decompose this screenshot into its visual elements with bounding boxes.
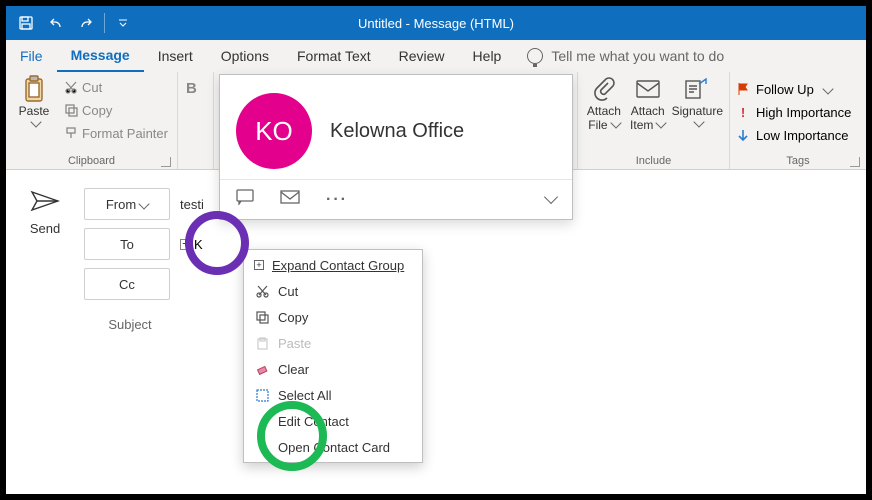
ctx-copy[interactable]: Copy	[244, 304, 422, 330]
save-qat-button[interactable]	[12, 9, 40, 37]
send-button[interactable]	[30, 190, 60, 215]
high-importance-button[interactable]: ! High Importance	[736, 101, 860, 123]
to-field[interactable]: K	[194, 237, 203, 252]
group-label-tags: Tags	[736, 155, 860, 169]
customize-qat-button[interactable]	[109, 9, 137, 37]
envelope-icon	[635, 76, 661, 102]
chat-icon[interactable]	[236, 189, 254, 210]
low-importance-button[interactable]: Low Importance	[736, 124, 860, 146]
send-label: Send	[30, 221, 60, 236]
to-button[interactable]: To	[84, 228, 170, 260]
ctx-open-contact-card[interactable]: Open Contact Card	[244, 434, 422, 460]
lightbulb-icon	[527, 48, 543, 64]
bold-button[interactable]: B	[186, 80, 197, 97]
expand-contact-plus-icon[interactable]: +	[180, 239, 191, 250]
contact-card: KO Kelowna Office ···	[219, 74, 573, 220]
avatar: KO	[236, 93, 312, 169]
copy-button[interactable]: Copy	[64, 99, 168, 121]
tab-review[interactable]: Review	[385, 40, 459, 72]
paperclip-icon	[591, 76, 617, 102]
context-menu: + Expand Contact Group Cut Copy Paste Cl…	[243, 249, 423, 463]
flag-icon	[736, 82, 750, 96]
follow-up-button[interactable]: Follow Up	[736, 78, 860, 100]
format-painter-button[interactable]: Format Painter	[64, 122, 168, 144]
ribbon-tabs: File Message Insert Options Format Text …	[6, 40, 866, 72]
group-label-include: Include	[584, 155, 723, 169]
contact-name: Kelowna Office	[330, 120, 464, 143]
copy-icon	[254, 311, 270, 324]
mail-icon[interactable]	[280, 190, 300, 209]
attach-item-button[interactable]: Attach Item	[628, 76, 668, 132]
from-value: testi	[180, 197, 204, 212]
redo-qat-button[interactable]	[72, 9, 100, 37]
cut-button[interactable]: Cut	[64, 76, 168, 98]
chevron-down-icon	[30, 116, 41, 127]
dialog-launcher-icon[interactable]	[161, 157, 171, 167]
ctx-cut[interactable]: Cut	[244, 278, 422, 304]
tell-me-label: Tell me what you want to do	[551, 48, 724, 64]
from-button[interactable]: From	[84, 188, 170, 220]
signature-icon	[684, 76, 710, 102]
paste-button[interactable]: Paste	[12, 76, 56, 144]
ctx-expand-group[interactable]: + Expand Contact Group	[244, 252, 422, 278]
clipboard-icon	[21, 76, 47, 102]
dialog-launcher-icon[interactable]	[850, 157, 860, 167]
cc-button[interactable]: Cc	[84, 268, 170, 300]
paste-icon	[254, 337, 270, 350]
scissors-icon	[254, 285, 270, 298]
group-label-clipboard: Clipboard	[12, 155, 171, 169]
more-icon[interactable]: ···	[326, 191, 348, 209]
exclaim-icon: !	[736, 105, 750, 120]
tab-format-text[interactable]: Format Text	[283, 40, 385, 72]
tab-options[interactable]: Options	[207, 40, 283, 72]
subject-label: Subject	[84, 317, 176, 332]
tell-me-search[interactable]: Tell me what you want to do	[527, 40, 724, 72]
down-arrow-icon	[736, 128, 750, 142]
expand-icon: +	[254, 260, 264, 270]
ctx-edit-contact[interactable]: Edit Contact	[244, 408, 422, 434]
ctx-paste: Paste	[244, 330, 422, 356]
attach-file-button[interactable]: Attach File	[584, 76, 624, 132]
ctx-select-all[interactable]: Select All	[244, 382, 422, 408]
tab-file[interactable]: File	[6, 40, 57, 72]
undo-qat-button[interactable]	[42, 9, 70, 37]
title-bar: Untitled - Message (HTML)	[6, 6, 866, 40]
ctx-clear[interactable]: Clear	[244, 356, 422, 382]
expand-card-icon[interactable]	[542, 191, 556, 209]
signature-button[interactable]: Signature	[672, 76, 723, 132]
eraser-icon	[254, 363, 270, 376]
tab-help[interactable]: Help	[459, 40, 516, 72]
tab-message[interactable]: Message	[57, 40, 144, 72]
tab-insert[interactable]: Insert	[144, 40, 207, 72]
select-all-icon	[254, 389, 270, 402]
